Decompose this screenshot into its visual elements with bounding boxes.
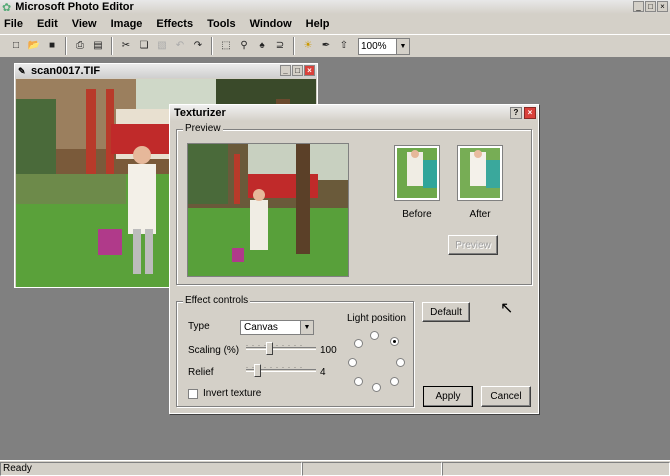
help-icon[interactable]: ? xyxy=(510,107,522,119)
mouse-cursor-icon: ↖ xyxy=(500,300,514,317)
status-bar: Ready xyxy=(0,460,670,476)
doc-close-button[interactable]: × xyxy=(304,65,315,76)
app-title: Microsoft Photo Editor xyxy=(15,1,134,13)
menu-edit[interactable]: Edit xyxy=(37,18,58,30)
dialog-titlebar: Texturizer ? × xyxy=(170,105,538,121)
light-radio-w[interactable] xyxy=(348,358,357,367)
invert-texture-checkbox[interactable] xyxy=(188,389,198,399)
cancel-button[interactable]: Cancel xyxy=(481,386,531,407)
doc-maximize-button[interactable]: □ xyxy=(292,65,303,76)
apply-button[interactable]: Apply xyxy=(423,386,473,407)
slider-thumb[interactable] xyxy=(266,342,273,355)
toolbar-separator xyxy=(293,37,295,55)
slider-ticks: ·········· xyxy=(246,343,306,349)
scan-icon[interactable]: ▤ xyxy=(90,38,106,54)
effect-controls-label: Effect controls xyxy=(183,295,251,306)
preview-button[interactable]: Preview xyxy=(448,235,498,255)
invert-texture-label: Invert texture xyxy=(203,388,262,399)
zoom-icon[interactable]: ⚲ xyxy=(236,38,252,54)
document-icon: ✎ xyxy=(18,66,26,76)
close-icon[interactable]: × xyxy=(524,107,536,119)
text-icon[interactable]: ⊇ xyxy=(272,38,288,54)
minimize-button[interactable]: _ xyxy=(633,1,644,12)
document-title: scan0017.TIF xyxy=(31,65,101,77)
sun-icon[interactable]: ☀ xyxy=(300,38,316,54)
type-label: Type xyxy=(188,321,210,332)
light-radio-n[interactable] xyxy=(370,331,379,340)
stamp-icon[interactable]: ♠ xyxy=(254,38,270,54)
default-button[interactable]: Default xyxy=(422,302,470,322)
document-titlebar: ✎ scan0017.TIF _ □ × xyxy=(15,64,317,78)
menu-file[interactable]: File xyxy=(4,18,23,30)
print-icon[interactable]: ⎙ xyxy=(72,38,88,54)
select-icon[interactable]: ⬚ xyxy=(218,38,234,54)
save-icon[interactable]: ■ xyxy=(44,38,60,54)
scaling-label: Scaling (%) xyxy=(188,345,240,356)
dialog-title: Texturizer xyxy=(174,107,226,119)
new-icon[interactable]: □ xyxy=(8,38,24,54)
light-radio-e[interactable] xyxy=(396,358,405,367)
zoom-value: 100% xyxy=(361,40,387,52)
open-icon[interactable]: 📂 xyxy=(26,38,42,54)
slider-thumb[interactable] xyxy=(254,364,261,377)
scaling-slider[interactable]: ·········· xyxy=(246,342,316,356)
menu-help[interactable]: Help xyxy=(306,18,330,30)
menu-window[interactable]: Window xyxy=(250,18,292,30)
light-radio-s[interactable] xyxy=(372,383,381,392)
type-value: Canvas xyxy=(244,322,278,333)
toolbar: □ 📂 ■ ⎙ ▤ ✂ ❏ ▧ ↶ ↷ ⬚ ⚲ ♠ ⊇ ☀ ✒ ⇧ 100% ▼ xyxy=(0,34,670,58)
redo-icon[interactable]: ↷ xyxy=(190,38,206,54)
relief-label: Relief xyxy=(188,367,214,378)
preview-group-label: Preview xyxy=(183,123,223,134)
scaling-value: 100 xyxy=(320,345,337,356)
status-cell-3 xyxy=(442,461,670,476)
app-titlebar: ✿ Microsoft Photo Editor _ □ × xyxy=(0,0,670,14)
texturizer-dialog: Texturizer ? × Preview Before After Prev… xyxy=(169,104,539,414)
copy-icon[interactable]: ❏ xyxy=(136,38,152,54)
after-thumbnail xyxy=(457,145,503,201)
light-radio-se[interactable] xyxy=(390,377,399,386)
menu-view[interactable]: View xyxy=(72,18,97,30)
paste-icon[interactable]: ▧ xyxy=(154,38,170,54)
menubar: File Edit View Image Effects Tools Windo… xyxy=(0,14,670,34)
zoom-select[interactable]: 100% ▼ xyxy=(358,37,410,55)
maximize-button[interactable]: □ xyxy=(645,1,656,12)
cut-icon[interactable]: ✂ xyxy=(118,38,134,54)
close-app-button[interactable]: × xyxy=(657,1,668,12)
chevron-down-icon: ▼ xyxy=(300,321,313,334)
status-text: Ready xyxy=(0,461,302,476)
toolbar-separator xyxy=(211,37,213,55)
relief-value: 4 xyxy=(320,367,326,378)
undo-icon[interactable]: ↶ xyxy=(172,38,188,54)
status-cell-2 xyxy=(302,461,442,476)
preview-image xyxy=(187,143,349,277)
before-thumbnail xyxy=(394,145,440,201)
after-label: After xyxy=(469,209,491,220)
menu-image[interactable]: Image xyxy=(111,18,143,30)
brush-icon[interactable]: ✒ xyxy=(318,38,334,54)
toolbar-separator xyxy=(111,37,113,55)
app-icon: ✿ xyxy=(2,1,12,14)
menu-tools[interactable]: Tools xyxy=(207,18,236,30)
light-position-label: Light position xyxy=(347,313,406,324)
light-radio-ne[interactable] xyxy=(390,337,399,346)
doc-minimize-button[interactable]: _ xyxy=(280,65,291,76)
light-radio-sw[interactable] xyxy=(354,377,363,386)
relief-slider[interactable]: ·········· xyxy=(246,364,316,378)
chevron-down-icon: ▼ xyxy=(396,38,409,54)
type-select[interactable]: Canvas ▼ xyxy=(240,320,314,335)
menu-effects[interactable]: Effects xyxy=(156,18,193,30)
help-pointer-icon[interactable]: ⇧ xyxy=(336,38,352,54)
toolbar-separator xyxy=(65,37,67,55)
light-radio-nw[interactable] xyxy=(354,339,363,348)
before-label: Before xyxy=(402,209,432,220)
